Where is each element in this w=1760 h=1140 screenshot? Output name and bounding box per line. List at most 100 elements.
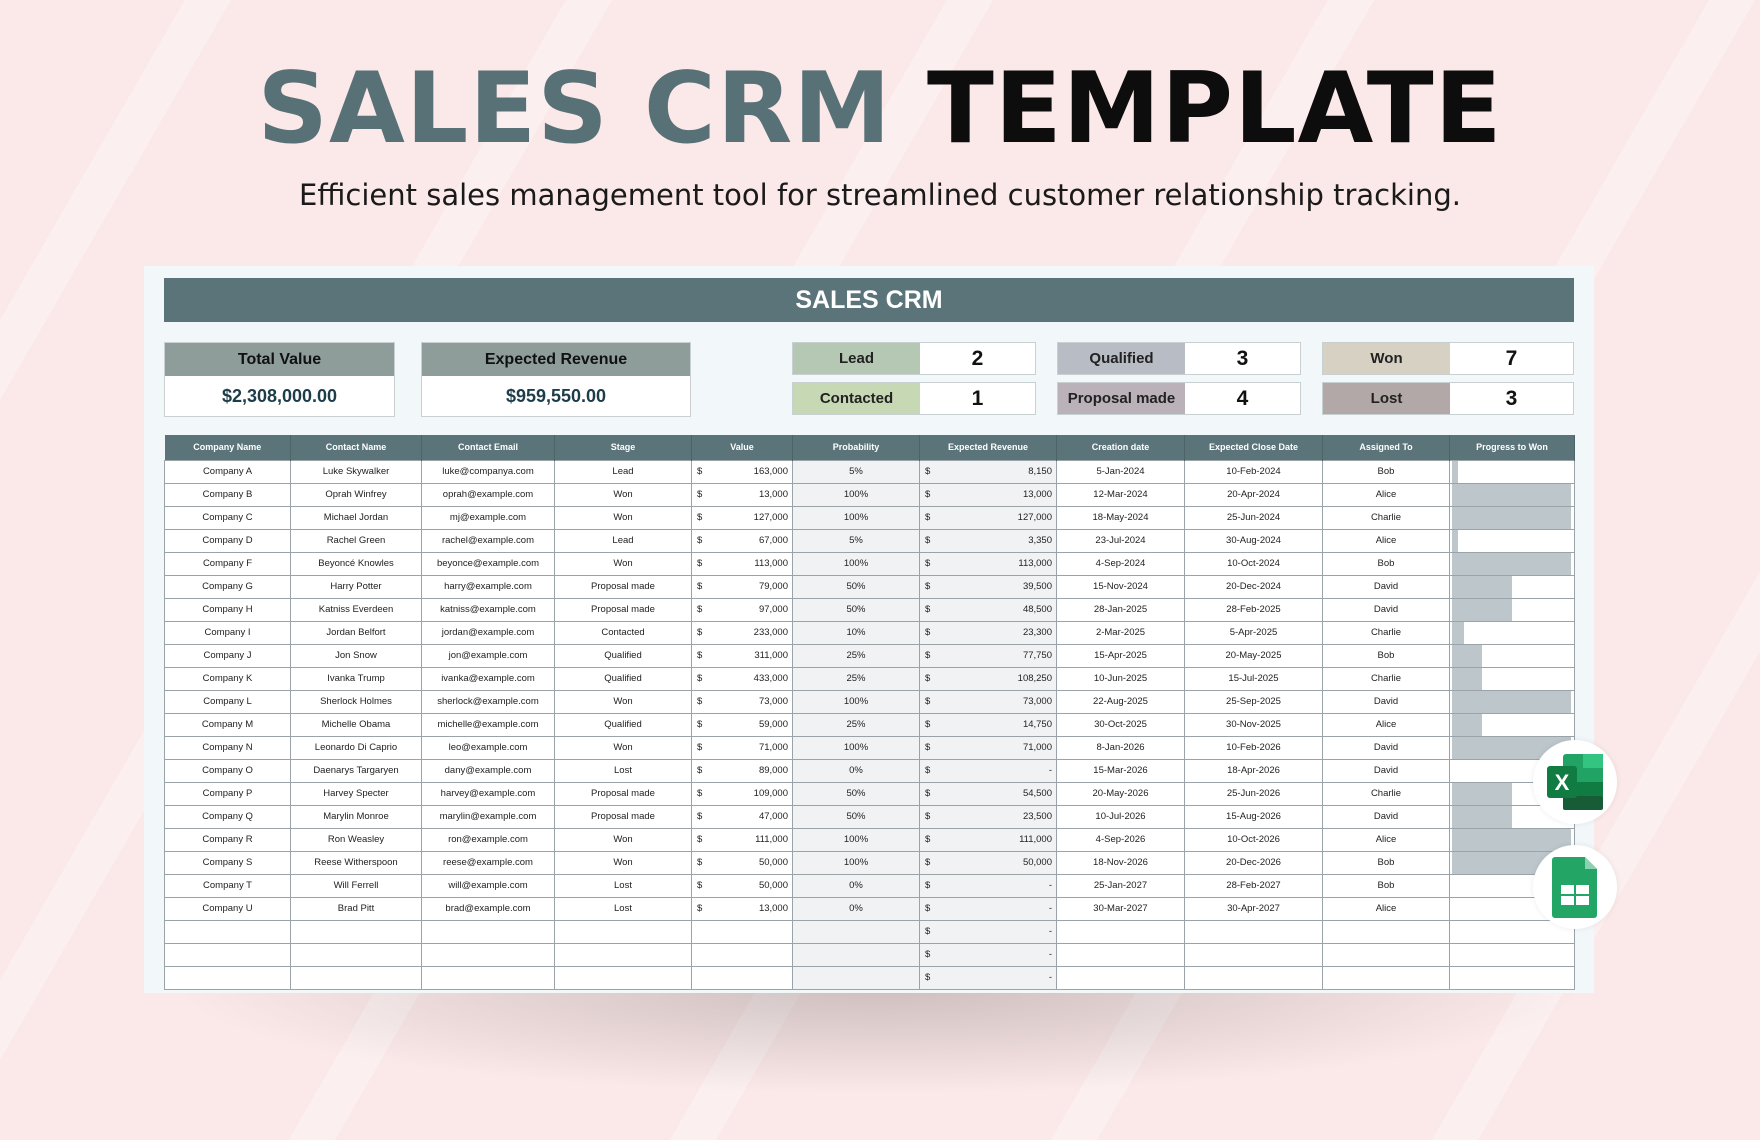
cell-contact-email[interactable]: harvey@example.com	[421, 781, 555, 806]
cell-expected-close-date[interactable]: 20-Dec-2024	[1184, 574, 1323, 599]
cell-creation-date[interactable]: 18-Nov-2026	[1056, 850, 1185, 875]
google-sheets-icon[interactable]	[1533, 845, 1617, 929]
cell-contact-email[interactable]: luke@companya.com	[421, 459, 555, 484]
cell-probability[interactable]: 10%	[792, 620, 920, 645]
cell-value[interactable]: $111,000	[691, 827, 793, 852]
cell-expected-revenue[interactable]: $39,500	[919, 574, 1057, 599]
cell-contact-name[interactable]: Daenarys Targaryen	[290, 758, 422, 783]
cell-assigned-to[interactable]: David	[1322, 574, 1450, 599]
cell-expected-revenue[interactable]: $127,000	[919, 505, 1057, 530]
cell-contact-name[interactable]: Reese Witherspoon	[290, 850, 422, 875]
cell-contact-email[interactable]: ron@example.com	[421, 827, 555, 852]
cell-contact-name[interactable]: Harry Potter	[290, 574, 422, 599]
cell-probability[interactable]: 100%	[792, 689, 920, 714]
column-header[interactable]: Expected Revenue	[919, 435, 1057, 460]
column-header[interactable]: Company Name	[164, 435, 291, 460]
cell-assigned-to[interactable]: Charlie	[1322, 620, 1450, 645]
cell-stage[interactable]: Won	[554, 505, 692, 530]
cell-progress-to-won[interactable]	[1449, 482, 1575, 507]
cell-contact-email[interactable]: rachel@example.com	[421, 528, 555, 553]
cell-expected-close-date[interactable]: 28-Feb-2027	[1184, 873, 1323, 898]
cell-company-name[interactable]	[164, 942, 291, 967]
cell-progress-to-won[interactable]	[1449, 712, 1575, 737]
cell-value[interactable]: $50,000	[691, 850, 793, 875]
cell-assigned-to[interactable]	[1322, 965, 1450, 990]
cell-expected-close-date[interactable]: 10-Feb-2024	[1184, 459, 1323, 484]
cell-expected-close-date[interactable]: 10-Oct-2024	[1184, 551, 1323, 576]
cell-company-name[interactable]: Company A	[164, 459, 291, 484]
cell-value[interactable]: $97,000	[691, 597, 793, 622]
cell-probability[interactable]: 100%	[792, 551, 920, 576]
cell-company-name[interactable]: Company B	[164, 482, 291, 507]
cell-company-name[interactable]: Company M	[164, 712, 291, 737]
cell-expected-close-date[interactable]: 15-Aug-2026	[1184, 804, 1323, 829]
cell-company-name[interactable]: Company F	[164, 551, 291, 576]
cell-assigned-to[interactable]: Bob	[1322, 850, 1450, 875]
cell-stage[interactable]: Won	[554, 482, 692, 507]
cell-stage[interactable]: Contacted	[554, 620, 692, 645]
cell-contact-name[interactable]: Marylin Monroe	[290, 804, 422, 829]
cell-expected-close-date[interactable]: 15-Jul-2025	[1184, 666, 1323, 691]
cell-contact-name[interactable]: Rachel Green	[290, 528, 422, 553]
cell-stage[interactable]: Proposal made	[554, 781, 692, 806]
cell-creation-date[interactable]: 30-Mar-2027	[1056, 896, 1185, 921]
cell-expected-close-date[interactable]	[1184, 965, 1323, 990]
cell-value[interactable]: $73,000	[691, 689, 793, 714]
cell-progress-to-won[interactable]	[1449, 459, 1575, 484]
cell-expected-revenue[interactable]: $50,000	[919, 850, 1057, 875]
cell-company-name[interactable]: Company T	[164, 873, 291, 898]
cell-value[interactable]: $79,000	[691, 574, 793, 599]
cell-creation-date[interactable]: 23-Jul-2024	[1056, 528, 1185, 553]
cell-probability[interactable]	[792, 942, 920, 967]
cell-expected-revenue[interactable]: $8,150	[919, 459, 1057, 484]
cell-expected-revenue[interactable]: $ -	[919, 758, 1057, 783]
cell-expected-revenue[interactable]: $73,000	[919, 689, 1057, 714]
cell-expected-revenue[interactable]: $48,500	[919, 597, 1057, 622]
cell-contact-name[interactable]: Ivanka Trump	[290, 666, 422, 691]
cell-probability[interactable]: 0%	[792, 896, 920, 921]
column-header[interactable]: Contact Name	[290, 435, 422, 460]
cell-progress-to-won[interactable]	[1449, 666, 1575, 691]
cell-company-name[interactable]: Company P	[164, 781, 291, 806]
cell-expected-revenue[interactable]: $113,000	[919, 551, 1057, 576]
cell-expected-close-date[interactable]: 25-Jun-2024	[1184, 505, 1323, 530]
cell-company-name[interactable]: Company S	[164, 850, 291, 875]
cell-stage[interactable]: Proposal made	[554, 597, 692, 622]
cell-progress-to-won[interactable]	[1449, 689, 1575, 714]
cell-probability[interactable]: 0%	[792, 873, 920, 898]
cell-expected-revenue[interactable]: $13,000	[919, 482, 1057, 507]
cell-probability[interactable]: 5%	[792, 528, 920, 553]
cell-expected-close-date[interactable]: 28-Feb-2025	[1184, 597, 1323, 622]
cell-expected-revenue[interactable]: $77,750	[919, 643, 1057, 668]
cell-contact-email[interactable]: jordan@example.com	[421, 620, 555, 645]
cell-company-name[interactable]	[164, 965, 291, 990]
cell-contact-name[interactable]: Michael Jordan	[290, 505, 422, 530]
column-header[interactable]: Stage	[554, 435, 692, 460]
cell-stage[interactable]: Proposal made	[554, 574, 692, 599]
cell-creation-date[interactable]: 4-Sep-2026	[1056, 827, 1185, 852]
cell-company-name[interactable]: Company N	[164, 735, 291, 760]
cell-expected-revenue[interactable]: $71,000	[919, 735, 1057, 760]
cell-expected-close-date[interactable]: 25-Sep-2025	[1184, 689, 1323, 714]
cell-creation-date[interactable]: 18-May-2024	[1056, 505, 1185, 530]
cell-probability[interactable]: 0%	[792, 758, 920, 783]
cell-contact-email[interactable]: dany@example.com	[421, 758, 555, 783]
cell-assigned-to[interactable]: Charlie	[1322, 781, 1450, 806]
cell-stage[interactable]: Proposal made	[554, 804, 692, 829]
cell-progress-to-won[interactable]	[1449, 942, 1575, 967]
cell-progress-to-won[interactable]	[1449, 965, 1575, 990]
cell-progress-to-won[interactable]	[1449, 528, 1575, 553]
cell-creation-date[interactable]: 20-May-2026	[1056, 781, 1185, 806]
cell-assigned-to[interactable]: David	[1322, 804, 1450, 829]
cell-expected-revenue[interactable]: $54,500	[919, 781, 1057, 806]
cell-expected-close-date[interactable]	[1184, 919, 1323, 944]
cell-probability[interactable]: 100%	[792, 505, 920, 530]
cell-contact-email[interactable]: katniss@example.com	[421, 597, 555, 622]
cell-assigned-to[interactable]: Alice	[1322, 528, 1450, 553]
cell-contact-name[interactable]: Katniss Everdeen	[290, 597, 422, 622]
cell-expected-revenue[interactable]: $111,000	[919, 827, 1057, 852]
cell-assigned-to[interactable]: David	[1322, 689, 1450, 714]
cell-progress-to-won[interactable]	[1449, 597, 1575, 622]
cell-contact-email[interactable]: mj@example.com	[421, 505, 555, 530]
cell-contact-email[interactable]	[421, 965, 555, 990]
